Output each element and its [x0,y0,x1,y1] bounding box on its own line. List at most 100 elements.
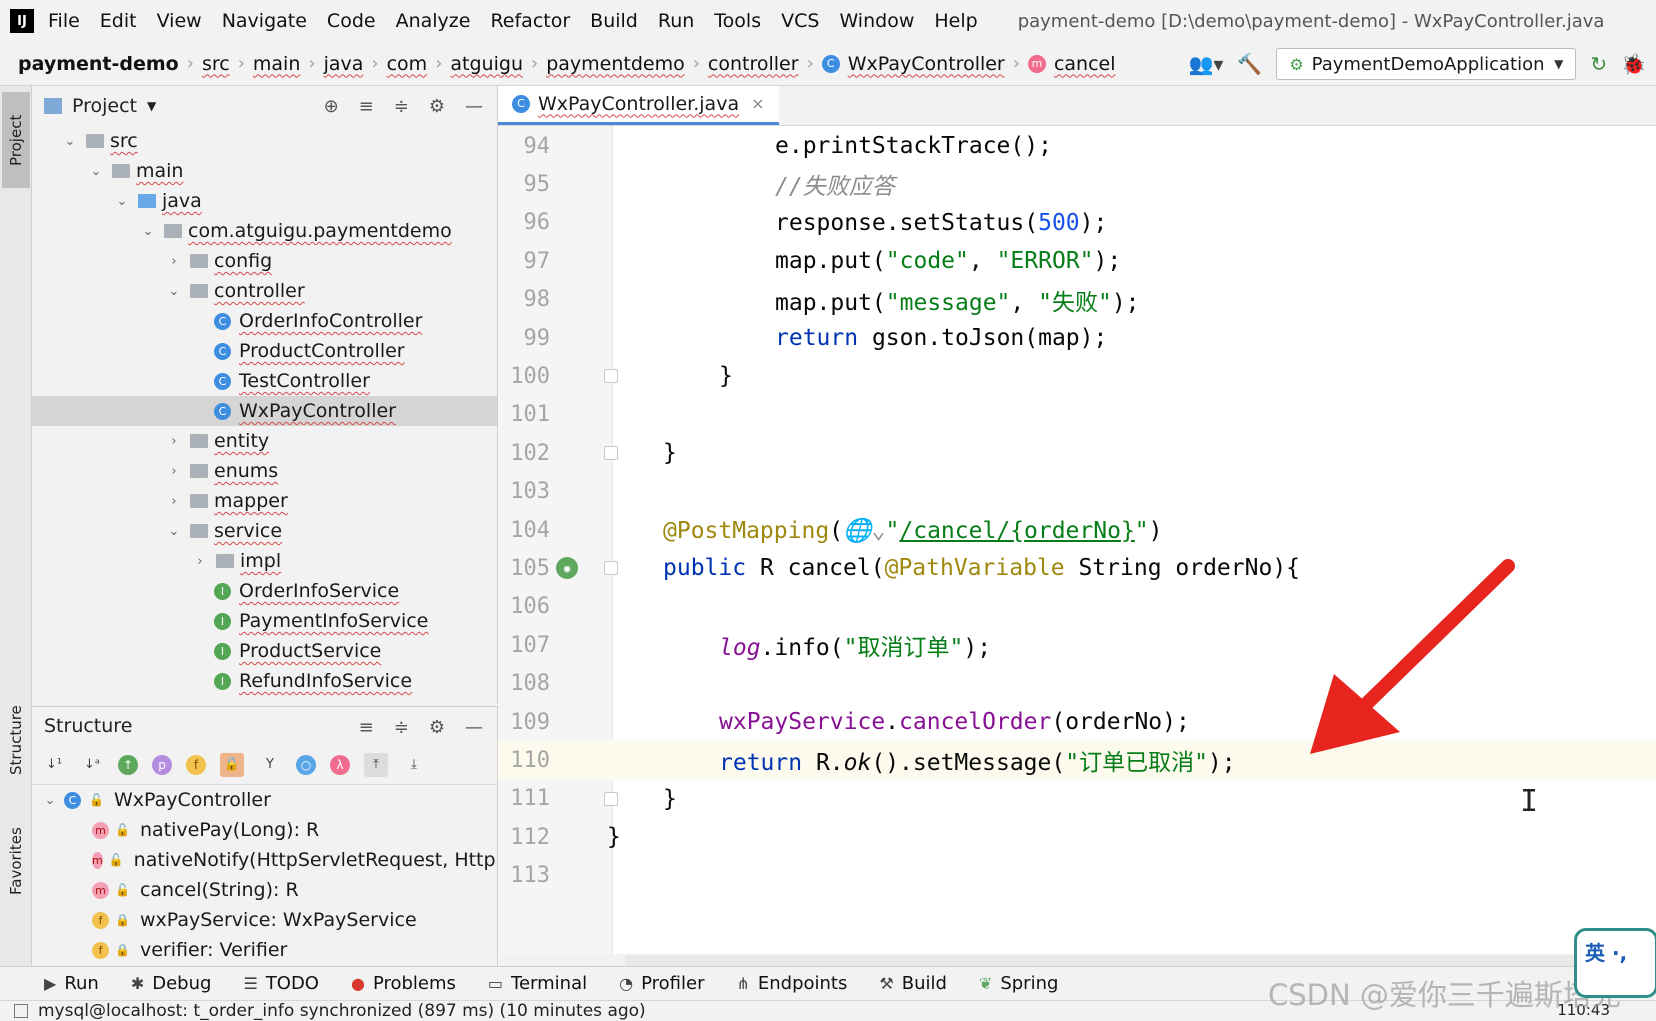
chevron-right-icon[interactable]: › [164,434,184,449]
breadcrumb-src[interactable]: src [202,53,230,75]
chevron-down-icon[interactable]: ⌄ [164,284,184,299]
chevron-right-icon[interactable]: › [164,464,184,479]
code-line[interactable]: 103 [498,472,1656,512]
tab-project[interactable]: Project [2,92,30,188]
code-line[interactable]: 113 [498,856,1656,896]
tree-item[interactable]: C OrderInfoController [32,306,497,336]
gear-icon[interactable]: ⚙ [429,717,445,738]
menu-file[interactable]: File [48,10,80,32]
menu-build[interactable]: Build [590,10,638,32]
fold-marker-icon[interactable] [604,446,618,461]
breadcrumb-method[interactable]: cancel [1054,53,1116,75]
hide-panel-icon[interactable]: — [465,96,483,117]
menu-refactor[interactable]: Refactor [490,10,570,32]
structure-member[interactable]: f 🔒 verifier: Verifier [32,935,497,965]
structure-root[interactable]: ⌄ C 🔓 WxPayController [32,785,497,815]
tool-profiler[interactable]: ◔ Profiler [619,973,704,994]
ime-indicator[interactable]: 英 ·, [1574,928,1656,998]
code-line[interactable]: 111} [498,779,1656,819]
code-line[interactable]: 102} [498,433,1656,473]
show-properties-icon[interactable]: p [152,754,172,775]
chevron-down-icon[interactable]: ⌄ [60,134,80,149]
tree-item[interactable]: › config [32,246,497,276]
chevron-down-icon[interactable]: ⌄ [86,164,106,179]
chevron-down-icon[interactable]: ⌄ [112,194,132,209]
menu-code[interactable]: Code [327,10,376,32]
code-line[interactable]: 94 e.printStackTrace(); [498,126,1656,166]
code-line[interactable]: 97 map.put("code", "ERROR"); [498,241,1656,281]
show-non-public-icon[interactable]: 🔒 [220,752,244,777]
autoscroll-from-source-icon[interactable]: ⤓ [402,753,426,777]
chevron-down-icon[interactable]: ⌄ [40,793,60,808]
breadcrumb-project[interactable]: payment-demo [18,53,179,75]
tree-item[interactable]: C ProductController [32,336,497,366]
menu-window[interactable]: Window [839,10,914,32]
line-number[interactable]: 102 [498,441,550,466]
menu-vcs[interactable]: VCS [781,10,819,32]
status-message[interactable]: mysql@localhost: t_order_info synchroniz… [38,1001,646,1021]
gear-icon[interactable]: ⚙ [429,96,445,117]
code-editor[interactable]: C WxPayController.java × 94 e.printStackT… [498,86,1656,954]
tree-item[interactable]: › entity [32,426,497,456]
tool-spring[interactable]: ❦ Spring [979,973,1059,994]
tool-terminal[interactable]: ▭ Terminal [488,973,587,994]
chevron-right-icon[interactable]: › [190,554,210,569]
tree-item[interactable]: › enums [32,456,497,486]
line-number[interactable]: 105 [498,556,550,581]
chevron-right-icon[interactable]: › [164,254,184,269]
line-number[interactable]: 95 [498,172,551,197]
line-number[interactable]: 101 [498,402,550,427]
line-number[interactable]: 106 [498,594,550,619]
tree-item[interactable]: C WxPayController [32,396,497,426]
menu-navigate[interactable]: Navigate [222,10,307,32]
breadcrumb-class[interactable]: WxPayController [848,53,1005,75]
fold-marker-icon[interactable] [604,791,618,806]
code-line[interactable]: 112} [498,817,1656,857]
line-number[interactable]: 107 [498,633,550,658]
sort-by-visibility-icon[interactable]: ↓¹ [42,753,66,777]
tree-item[interactable]: › mapper [32,486,497,516]
show-fields-icon[interactable]: f [186,754,206,775]
menu-help[interactable]: Help [934,10,977,32]
tree-item[interactable]: ⌄ java [32,186,497,216]
user-dropdown-icon[interactable]: 👥▾ [1188,52,1223,76]
line-number[interactable]: 104 [498,518,550,543]
expand-all-icon[interactable]: ≡ [359,96,374,117]
run-configuration-select[interactable]: ⚙ PaymentDemoApplication ▼ [1276,48,1577,80]
tree-item[interactable]: ⌄ com.atguigu.paymentdemo [32,216,497,246]
line-number[interactable]: 97 [498,249,551,274]
line-number[interactable]: 96 [498,210,551,235]
sort-alphabetically-icon[interactable]: ↓ᵃ [80,753,104,777]
tree-item[interactable]: I RefundInfoService [32,666,497,696]
build-hammer-icon[interactable]: 🔨 [1237,52,1262,76]
line-number[interactable]: 99 [498,326,551,351]
expand-all-icon[interactable]: ≡ [359,717,374,738]
tree-item[interactable]: I PaymentInfoService [32,606,497,636]
tree-item[interactable]: C TestController [32,366,497,396]
menu-analyze[interactable]: Analyze [396,10,471,32]
tab-structure[interactable]: Structure [2,684,30,796]
tree-item[interactable]: I OrderInfoService [32,576,497,606]
locate-icon[interactable]: ⊕ [324,96,339,117]
line-number[interactable]: 108 [498,671,550,696]
breadcrumb-atguigu[interactable]: atguigu [450,53,523,75]
line-number[interactable]: 110 [498,748,550,773]
tab-favorites[interactable]: Favorites [2,808,30,914]
tool-endpoints[interactable]: ⋔ Endpoints [736,973,847,994]
show-anonymous-icon[interactable]: ○ [296,754,316,775]
tool-build[interactable]: ⚒ Build [879,973,947,994]
tree-item[interactable]: ⌄ service [32,516,497,546]
tree-item[interactable]: ⌄ main [32,156,497,186]
project-panel-title[interactable]: Project [72,95,137,117]
menu-edit[interactable]: Edit [100,10,137,32]
collapse-all-icon[interactable]: ≑ [394,96,409,117]
chevron-down-icon[interactable]: ⌄ [138,224,158,239]
structure-member[interactable]: f 🔒 wxPayService: WxPayService [32,905,497,935]
autoscroll-to-source-icon[interactable]: ⤒ [364,752,388,777]
show-inherited-icon[interactable]: ↑ [118,754,138,775]
code-line[interactable]: 99 return gson.toJson(map); [498,318,1656,358]
menu-run[interactable]: Run [658,10,694,32]
chevron-right-icon[interactable]: › [164,494,184,509]
endpoint-gutter-icon[interactable]: ◉ [556,557,578,580]
structure-member[interactable]: m 🔓 cancel(String): R [32,875,497,905]
